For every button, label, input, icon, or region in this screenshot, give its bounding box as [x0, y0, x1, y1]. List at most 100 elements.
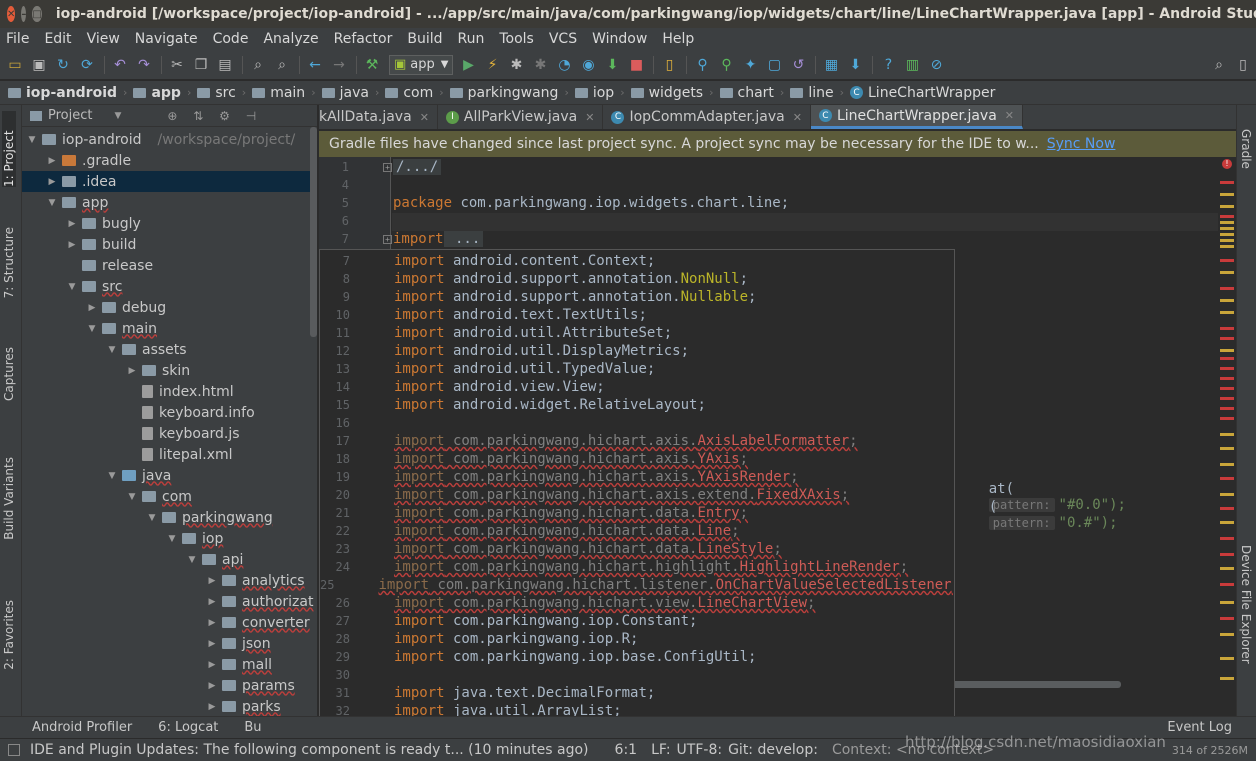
breadcrumb-item[interactable]: line ›	[790, 85, 850, 101]
menu-navigate[interactable]: Navigate	[135, 31, 198, 47]
menu-vcs[interactable]: VCS	[549, 31, 577, 47]
breadcrumb-item[interactable]: iop-android ›	[8, 85, 133, 101]
project-scrollbar[interactable]	[310, 127, 317, 337]
error-marker[interactable]	[1220, 227, 1234, 230]
forward-icon[interactable]: →	[328, 54, 350, 76]
tree-item[interactable]: ▼ com	[22, 486, 317, 507]
file-encoding[interactable]: UTF-8:	[677, 742, 723, 758]
error-marker[interactable]	[1220, 677, 1234, 680]
error-marker[interactable]	[1220, 299, 1234, 302]
paste-icon[interactable]: ▤	[214, 54, 236, 76]
error-marker[interactable]	[1220, 271, 1234, 274]
breadcrumb-item[interactable]: C LineChartWrapper	[850, 85, 995, 101]
tool-tab-structure[interactable]: 7: Structure	[2, 227, 16, 298]
menu-analyze[interactable]: Analyze	[263, 31, 318, 47]
error-marker[interactable]	[1220, 377, 1234, 380]
tool-tab-favorites[interactable]: 2: Favorites	[2, 600, 16, 670]
error-marker[interactable]	[1220, 417, 1234, 420]
error-marker[interactable]	[1220, 221, 1234, 224]
tab-iopcommadapter[interactable]: C IopCommAdapter.java ✕	[603, 105, 811, 129]
error-stripe[interactable]: !	[1218, 157, 1236, 716]
tree-item[interactable]: release	[22, 255, 317, 276]
run-icon[interactable]: ▶	[457, 54, 479, 76]
error-marker[interactable]	[1220, 215, 1234, 218]
error-marker[interactable]	[1220, 521, 1234, 524]
chevron-down-icon[interactable]: ▼	[46, 198, 58, 208]
undo-icon[interactable]: ↶	[109, 54, 131, 76]
tree-item[interactable]: ▼ api	[22, 549, 317, 570]
help-icon[interactable]: ?	[877, 54, 899, 76]
tool-tab-build-variants[interactable]: Build Variants	[2, 457, 16, 540]
error-marker[interactable]	[1220, 181, 1234, 184]
menu-file[interactable]: File	[6, 31, 29, 47]
refresh-icon[interactable]: ⟳	[76, 54, 98, 76]
tree-item[interactable]: ▶ analytics	[22, 570, 317, 591]
breadcrumb-item[interactable]: app ›	[133, 85, 197, 101]
no-entry-icon[interactable]: ⊘	[925, 54, 947, 76]
chevron-right-icon[interactable]: ▶	[126, 366, 138, 376]
error-marker[interactable]	[1220, 387, 1234, 390]
chevron-down-icon[interactable]: ▼	[106, 345, 118, 355]
tree-item[interactable]: ▶ authorizat	[22, 591, 317, 612]
open-file-icon[interactable]: ▢	[763, 54, 785, 76]
tool-tab-event-log[interactable]: Event Log	[1167, 720, 1232, 735]
chevron-right-icon[interactable]: ▶	[206, 660, 218, 670]
error-marker[interactable]	[1220, 367, 1234, 370]
attach-debugger-icon[interactable]: ✱	[529, 54, 551, 76]
sdk-manager-icon[interactable]: ⬇	[844, 54, 866, 76]
tree-item[interactable]: litepal.xml	[22, 444, 317, 465]
tree-item[interactable]: ▶ .gradle	[22, 150, 317, 171]
chevron-down-icon[interactable]: ▼	[26, 135, 38, 145]
error-marker[interactable]	[1220, 601, 1234, 604]
menu-edit[interactable]: Edit	[44, 31, 71, 47]
event-icon[interactable]: ▯	[1232, 54, 1254, 76]
revert-icon[interactable]: ↺	[787, 54, 809, 76]
error-marker[interactable]	[1220, 287, 1234, 290]
copy-icon[interactable]: ❐	[190, 54, 212, 76]
menu-view[interactable]: View	[87, 31, 120, 47]
tree-item[interactable]: keyboard.js	[22, 423, 317, 444]
status-message[interactable]: IDE and Plugin Updates: The following co…	[30, 742, 589, 758]
error-marker[interactable]	[1220, 349, 1234, 352]
error-marker[interactable]	[1220, 337, 1234, 340]
tab-kalldata[interactable]: kAllData.java ✕	[319, 105, 438, 129]
chevron-down-icon[interactable]: ▼	[166, 534, 178, 544]
tree-item[interactable]: ▶ json	[22, 633, 317, 654]
breadcrumb-item[interactable]: java ›	[321, 85, 386, 101]
tree-item[interactable]: index.html	[22, 381, 317, 402]
maximize-window-button[interactable]: □	[32, 6, 42, 22]
menu-help[interactable]: Help	[662, 31, 694, 47]
chevron-right-icon[interactable]: ▶	[206, 639, 218, 649]
chevron-down-icon[interactable]: ▼	[186, 555, 198, 565]
install-icon[interactable]: ⬇	[601, 54, 623, 76]
tree-item[interactable]: keyboard.info	[22, 402, 317, 423]
close-icon[interactable]: ✕	[585, 111, 594, 124]
error-marker[interactable]	[1220, 567, 1234, 570]
tool-window-toggle-icon[interactable]	[8, 744, 20, 756]
breadcrumb-item[interactable]: src ›	[197, 85, 252, 101]
tree-item[interactable]: ▼ src	[22, 276, 317, 297]
chevron-right-icon[interactable]: ▶	[206, 618, 218, 628]
sync-icon[interactable]: ↻	[52, 54, 74, 76]
error-marker[interactable]	[1220, 493, 1234, 496]
replace-icon[interactable]: ⌕	[271, 54, 293, 76]
tree-item[interactable]: ▶ parks	[22, 696, 317, 716]
project-panel-header[interactable]: Project ▼ ⊕ ⇅ ⚙ ⊣	[22, 105, 317, 127]
error-marker[interactable]	[1220, 447, 1234, 450]
breadcrumb-item[interactable]: main ›	[252, 85, 321, 101]
error-marker[interactable]	[1220, 553, 1234, 556]
error-marker[interactable]	[1220, 477, 1234, 480]
tab-linechartwrapper[interactable]: C LineChartWrapper.java ✕	[810, 105, 1023, 129]
menu-window[interactable]: Window	[592, 31, 647, 47]
chevron-right-icon[interactable]: ▶	[206, 597, 218, 607]
error-marker[interactable]	[1220, 233, 1234, 236]
chevron-right-icon[interactable]: ▶	[206, 681, 218, 691]
tool-tab-logcat[interactable]: 6: Logcat	[158, 720, 218, 735]
error-marker[interactable]	[1220, 357, 1234, 360]
debug-icon[interactable]: ✱	[505, 54, 527, 76]
close-window-button[interactable]: ✕	[7, 6, 16, 22]
tool-tab-gradle[interactable]: Gradle	[1239, 129, 1253, 169]
menu-build[interactable]: Build	[407, 31, 442, 47]
tree-item[interactable]: ▼ java	[22, 465, 317, 486]
tree-item[interactable]: ▶ mall	[22, 654, 317, 675]
